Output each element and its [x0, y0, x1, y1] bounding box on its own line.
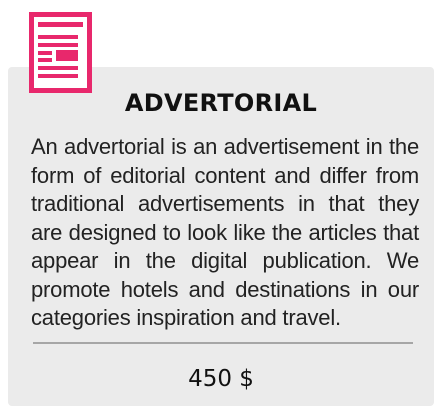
card-description: An advertorial is an advertisement in th…: [31, 134, 419, 330]
price-label: 450 $: [188, 366, 254, 392]
divider: [33, 342, 413, 344]
card-title: ADVERTORIAL: [124, 89, 318, 117]
advertorial-document-icon: [29, 12, 92, 93]
